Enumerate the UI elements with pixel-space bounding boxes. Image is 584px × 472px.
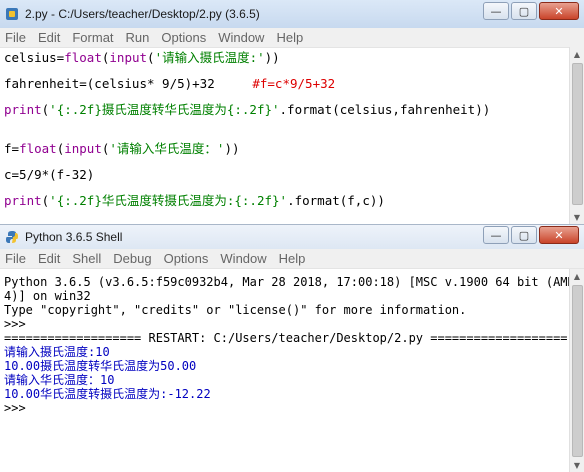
menu-help[interactable]: Help	[273, 249, 312, 268]
scroll-down-arrow-icon[interactable]: ▼	[570, 210, 584, 224]
menu-edit[interactable]: Edit	[32, 249, 66, 268]
scroll-up-arrow-icon[interactable]: ▲	[570, 47, 584, 61]
shell-scrollbar[interactable]: ▲ ▼	[569, 269, 584, 472]
shell-title: Python 3.6.5 Shell	[25, 230, 123, 244]
menu-shell[interactable]: Shell	[66, 249, 107, 268]
code-token: c=5/9*(f-32)	[4, 167, 95, 182]
scroll-thumb[interactable]	[572, 63, 583, 205]
code-token: f=	[4, 141, 20, 156]
shell-menubar: File Edit Shell Debug Options Window Hel…	[0, 249, 584, 269]
code-token: celsius=	[4, 50, 65, 65]
code-token: (	[147, 50, 155, 65]
shell-titlebar[interactable]: Python 3.6.5 Shell — ▢ ✕	[0, 225, 584, 249]
python-shell-icon	[5, 230, 19, 244]
code-token: fahrenheit=(celsius* 9/5)+32	[4, 76, 253, 91]
menu-format[interactable]: Format	[66, 28, 119, 47]
builtin-token: print	[4, 193, 42, 208]
code-token: .format(celsius,fahrenheit))	[279, 102, 491, 117]
string-token: '请输入华氏温度：'	[109, 141, 225, 156]
code-line[interactable]: f=float(input('请输入华氏温度：'))	[4, 140, 240, 158]
menu-file[interactable]: File	[0, 249, 32, 268]
menu-options[interactable]: Options	[158, 249, 215, 268]
string-token: '{:.2f}华氏温度转摄氏温度为:{:.2f}'	[49, 193, 288, 208]
editor-window: 2.py - C:/Users/teacher/Desktop/2.py (3.…	[0, 0, 584, 224]
output-line: 请输入摄氏温度:10	[4, 345, 110, 359]
maximize-button[interactable]: ▢	[511, 226, 537, 244]
minimize-button[interactable]: —	[483, 226, 509, 244]
scroll-up-arrow-icon[interactable]: ▲	[570, 269, 584, 283]
shell-window: Python 3.6.5 Shell — ▢ ✕ File Edit Shell…	[0, 224, 584, 472]
menu-debug[interactable]: Debug	[107, 249, 157, 268]
menu-window[interactable]: Window	[214, 249, 272, 268]
code-token: ))	[224, 141, 240, 156]
code-line[interactable]: print('{:.2f}华氏温度转摄氏温度为:{:.2f}'.format(f…	[4, 192, 385, 210]
code-editor[interactable]: celsius=float(input('请输入摄氏温度:')) fahrenh…	[0, 47, 490, 242]
editor-scrollbar[interactable]: ▲ ▼	[569, 47, 584, 224]
shell-banner-line: Type "copyright", "credits" or "license(…	[4, 303, 467, 317]
builtin-token: float	[19, 141, 57, 156]
shell-banner-line: Python 3.6.5 (v3.6.5:f59c0932b4, Mar 28 …	[4, 275, 582, 289]
string-token: '{:.2f}摄氏温度转华氏温度为{:.2f}'	[49, 102, 280, 117]
code-line[interactable]: c=5/9*(f-32)	[4, 166, 94, 184]
close-button[interactable]: ✕	[539, 2, 579, 20]
menu-run[interactable]: Run	[120, 28, 156, 47]
string-token: '请输入摄氏温度:'	[154, 50, 265, 65]
shell-prompt[interactable]: >>>	[4, 401, 33, 415]
code-token: ))	[264, 50, 280, 65]
shell-banner-line: 4)] on win32	[4, 289, 91, 303]
builtin-token: input	[64, 141, 102, 156]
minimize-button[interactable]: —	[483, 2, 509, 20]
scroll-thumb[interactable]	[572, 285, 583, 457]
comment-token: #f=c*9/5+32	[252, 76, 336, 91]
menu-file[interactable]: File	[0, 28, 32, 47]
editor-menubar: File Edit Format Run Options Window Help	[0, 28, 584, 48]
menu-edit[interactable]: Edit	[32, 28, 66, 47]
output-line: 10.00摄氏温度转华氏温度为50.00	[4, 359, 197, 373]
python-file-icon	[5, 7, 19, 21]
shell-console[interactable]: Python 3.6.5 (v3.6.5:f59c0932b4, Mar 28 …	[0, 269, 582, 472]
builtin-token: float	[64, 50, 102, 65]
code-line[interactable]: fahrenheit=(celsius* 9/5)+32 #f=c*9/5+32	[4, 75, 335, 93]
code-token: .format(f,c))	[287, 193, 385, 208]
maximize-button[interactable]: ▢	[511, 2, 537, 20]
menu-options[interactable]: Options	[155, 28, 212, 47]
code-line[interactable]: celsius=float(input('请输入摄氏温度:'))	[4, 49, 280, 67]
output-line: 10.00华氏温度转摄氏温度为:-12.22	[4, 387, 211, 401]
code-line[interactable]: print('{:.2f}摄氏温度转华氏温度为{:.2f}'.format(ce…	[4, 101, 490, 119]
close-button[interactable]: ✕	[539, 226, 579, 244]
output-line: 请输入华氏温度：10	[4, 373, 115, 387]
shell-prompt: >>>	[4, 317, 33, 331]
menu-window[interactable]: Window	[212, 28, 270, 47]
restart-line: =================== RESTART: C:/Users/te…	[4, 331, 568, 345]
menu-help[interactable]: Help	[270, 28, 309, 47]
scroll-down-arrow-icon[interactable]: ▼	[570, 458, 584, 472]
builtin-token: input	[109, 50, 148, 65]
builtin-token: print	[4, 102, 42, 117]
editor-title: 2.py - C:/Users/teacher/Desktop/2.py (3.…	[25, 7, 260, 21]
editor-titlebar[interactable]: 2.py - C:/Users/teacher/Desktop/2.py (3.…	[0, 0, 584, 28]
